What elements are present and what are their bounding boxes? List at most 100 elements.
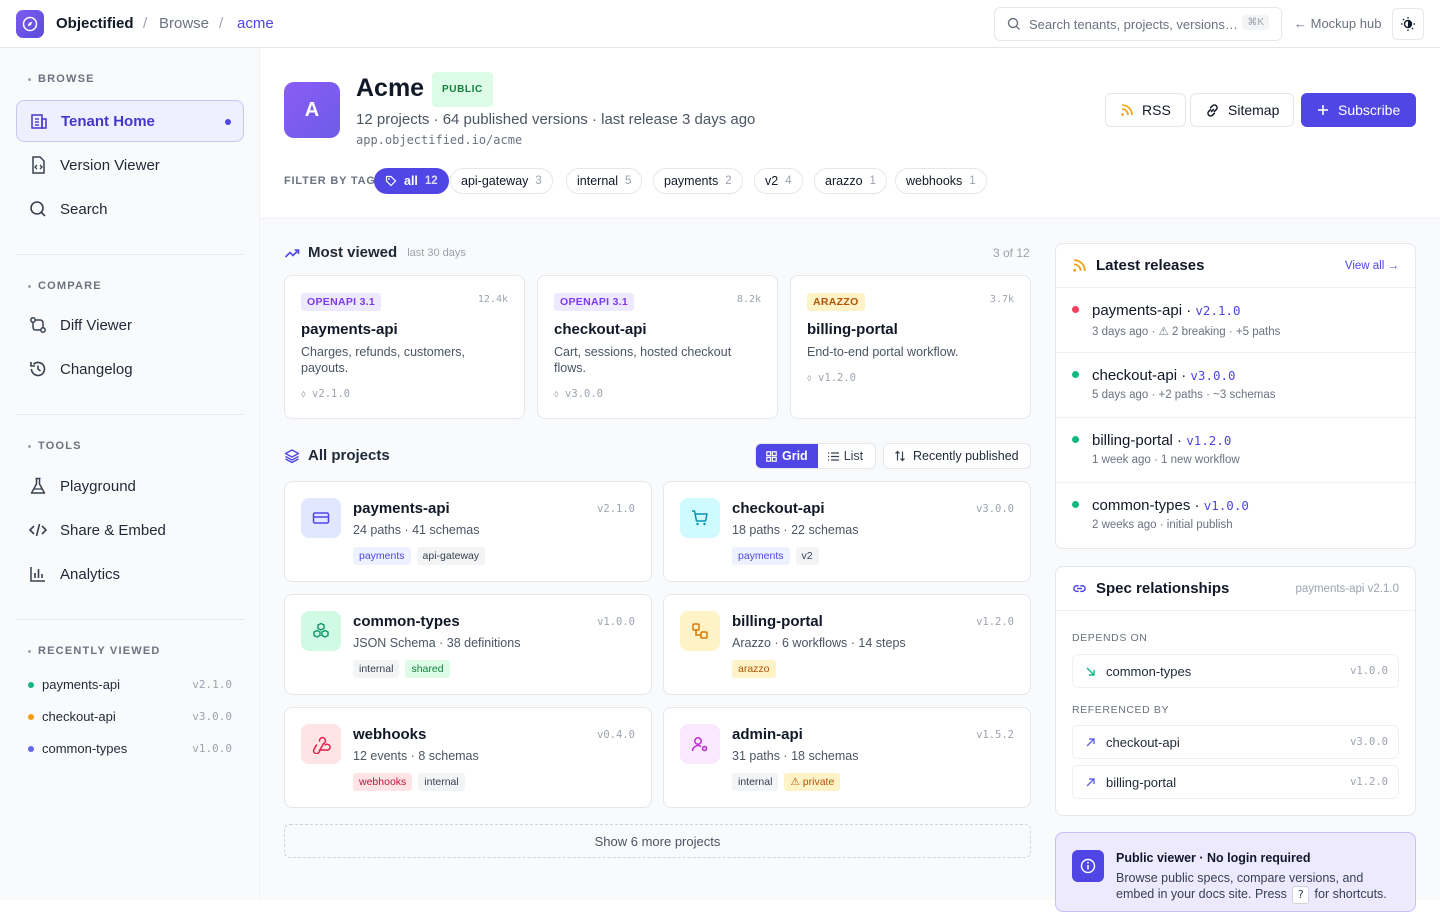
sort-button[interactable]: Recently published — [883, 443, 1031, 469]
project-stats: 12 events · 8 schemas — [353, 749, 479, 763]
tag[interactable]: shared — [405, 660, 450, 678]
tag[interactable]: webhooks — [353, 773, 413, 791]
page-title: Acme — [356, 74, 425, 102]
project-card[interactable]: webhooks v0.4.0 12 events · 8 schemas we… — [284, 707, 652, 808]
view-count: 8.2k — [736, 294, 761, 305]
subscribe-button[interactable]: Subscribe — [1301, 93, 1416, 127]
tag[interactable]: ⚠ private — [784, 773, 841, 791]
tag-chip-webhooks[interactable]: webhooks 1 — [895, 168, 987, 194]
sun-moon-icon — [1401, 17, 1415, 31]
button-label: RSS — [1142, 102, 1171, 118]
nav-tenant-home[interactable]: Tenant Home — [16, 100, 244, 142]
user-cog-icon — [680, 724, 720, 764]
breadcrumb-separator: / — [143, 15, 148, 32]
dependency-item[interactable]: common-types v1.0.0 — [1072, 654, 1399, 688]
tag[interactable]: internal — [418, 773, 465, 791]
project-card[interactable]: admin-api v1.5.2 31 paths · 18 schemas i… — [663, 707, 1031, 808]
panel-header: Spec relationships payments-api v2.1.0 — [1056, 567, 1415, 611]
recent-version: v1.0.0 — [192, 742, 232, 755]
recent-item[interactable]: checkout-api v3.0.0 — [28, 709, 232, 724]
nav-label: Playground — [60, 477, 136, 495]
panel-title: Spec relationships — [1096, 580, 1230, 597]
release-version: v3.0.0 — [1190, 368, 1236, 383]
tenant-url[interactable]: app.objectified.io/acme — [356, 133, 522, 147]
release-item[interactable]: billing-portal · v1.2.0 1 week ago · 1 n… — [1056, 418, 1415, 483]
search-input[interactable]: Search tenants, projects, versions… ⌘K — [994, 7, 1282, 41]
mockup-hub-link[interactable]: ← Mockup hub — [1294, 16, 1381, 31]
project-tags: internal ⚠ private — [732, 773, 841, 791]
project-name: billing-portal — [807, 321, 898, 338]
nav-changelog[interactable]: Changelog — [16, 348, 244, 390]
nav-playground[interactable]: Playground — [16, 465, 244, 507]
building-icon — [31, 114, 47, 129]
project-card[interactable]: checkout-api v3.0.0 18 paths · 22 schema… — [663, 481, 1031, 582]
reference-item[interactable]: billing-portal v1.2.0 — [1072, 765, 1399, 799]
project-tags: payments api-gateway — [353, 547, 486, 565]
tag-chip-all[interactable]: all 12 — [374, 168, 449, 194]
breadcrumb-browse[interactable]: Browse — [159, 15, 209, 32]
logo[interactable] — [16, 10, 44, 38]
view-all-link[interactable]: View all → — [1345, 260, 1399, 272]
spec-type-badge: OPENAPI 3.1 — [554, 293, 635, 311]
project-tags: webhooks internal — [353, 773, 465, 791]
most-viewed-card[interactable]: ARAZZO 3.7k billing-portal End-to-end po… — [790, 275, 1031, 419]
view-count: 3.7k — [989, 294, 1014, 305]
workflow-icon — [680, 611, 720, 651]
rss-button[interactable]: RSS — [1105, 93, 1186, 127]
brand-name[interactable]: Objectified — [56, 15, 134, 32]
recent-name: common-types — [42, 741, 128, 756]
list-view-button[interactable]: List — [818, 444, 873, 468]
release-item[interactable]: payments-api · v2.1.0 3 days ago · ⚠ 2 b… — [1056, 288, 1415, 353]
release-item[interactable]: common-types · v1.0.0 2 weeks ago · init… — [1056, 483, 1415, 548]
nav-version-viewer[interactable]: Version Viewer — [16, 144, 244, 186]
recent-item[interactable]: payments-api v2.1.0 — [28, 677, 232, 692]
project-card[interactable]: billing-portal v1.2.0 Arazzo · 6 workflo… — [663, 594, 1031, 695]
project-card[interactable]: payments-api v2.1.0 24 paths · 41 schema… — [284, 481, 652, 582]
breadcrumb-tenant[interactable]: acme — [237, 15, 274, 32]
nav-share-embed[interactable]: Share & Embed — [16, 509, 244, 551]
tag[interactable]: payments — [353, 547, 411, 565]
tag-chip-arazzo[interactable]: arazzo 1 — [814, 168, 887, 194]
tag[interactable]: api-gateway — [416, 547, 486, 565]
status-dot — [28, 681, 34, 688]
nav-label: Version Viewer — [60, 156, 160, 174]
tag-chip-api-gateway[interactable]: api-gateway 3 — [450, 168, 553, 194]
most-viewed-card[interactable]: OPENAPI 3.1 12.4k payments-api Charges, … — [284, 275, 525, 419]
button-label: Subscribe — [1338, 102, 1401, 118]
recent-name: payments-api — [42, 677, 121, 692]
release-name: payments-api — [1092, 302, 1183, 319]
tag-chip-internal[interactable]: internal 5 — [566, 168, 643, 194]
rss-icon — [1073, 259, 1086, 272]
tag[interactable]: internal — [732, 773, 779, 791]
reference-item[interactable]: checkout-api v3.0.0 — [1072, 725, 1399, 759]
tag[interactable]: internal — [353, 660, 400, 678]
compass-icon — [22, 16, 38, 32]
sidebar-divider — [16, 619, 244, 620]
show-more-button[interactable]: Show 6 more projects — [284, 824, 1031, 858]
grid-view-button[interactable]: Grid — [756, 444, 818, 468]
tag-chip-payments[interactable]: payments 2 — [653, 168, 743, 194]
nav-diff-viewer[interactable]: Diff Viewer — [16, 304, 244, 346]
section-title-browse: BROWSE — [28, 73, 95, 85]
tag[interactable]: v2 — [795, 547, 819, 565]
view-toggle: Grid List — [755, 443, 876, 469]
most-viewed-card[interactable]: OPENAPI 3.1 8.2k checkout-api Cart, sess… — [537, 275, 778, 419]
referenced-by-label: REFERENCED BY — [1072, 704, 1170, 716]
project-version: ⬨ v2.1.0 — [301, 388, 350, 400]
theme-toggle-button[interactable] — [1392, 8, 1424, 40]
project-stats: JSON Schema · 38 definitions — [353, 636, 521, 650]
nav-analytics[interactable]: Analytics — [16, 553, 244, 595]
release-item[interactable]: checkout-api · v3.0.0 5 days ago · +2 pa… — [1056, 353, 1415, 418]
status-dot — [1072, 371, 1079, 378]
project-name: payments-api — [301, 321, 398, 338]
tag-chip-v2[interactable]: v2 4 — [754, 168, 803, 194]
project-version: v2.1.0 — [597, 503, 635, 515]
project-card[interactable]: common-types v1.0.0 JSON Schema · 38 def… — [284, 594, 652, 695]
sitemap-button[interactable]: Sitemap — [1190, 93, 1295, 127]
project-description: Charges, refunds, customers, payouts. — [301, 345, 465, 375]
recent-item[interactable]: common-types v1.0.0 — [28, 741, 232, 756]
tag[interactable]: arazzo — [732, 660, 776, 678]
tag[interactable]: payments — [732, 547, 790, 565]
nav-search[interactable]: Search — [16, 188, 244, 230]
status-dot — [1072, 306, 1079, 313]
